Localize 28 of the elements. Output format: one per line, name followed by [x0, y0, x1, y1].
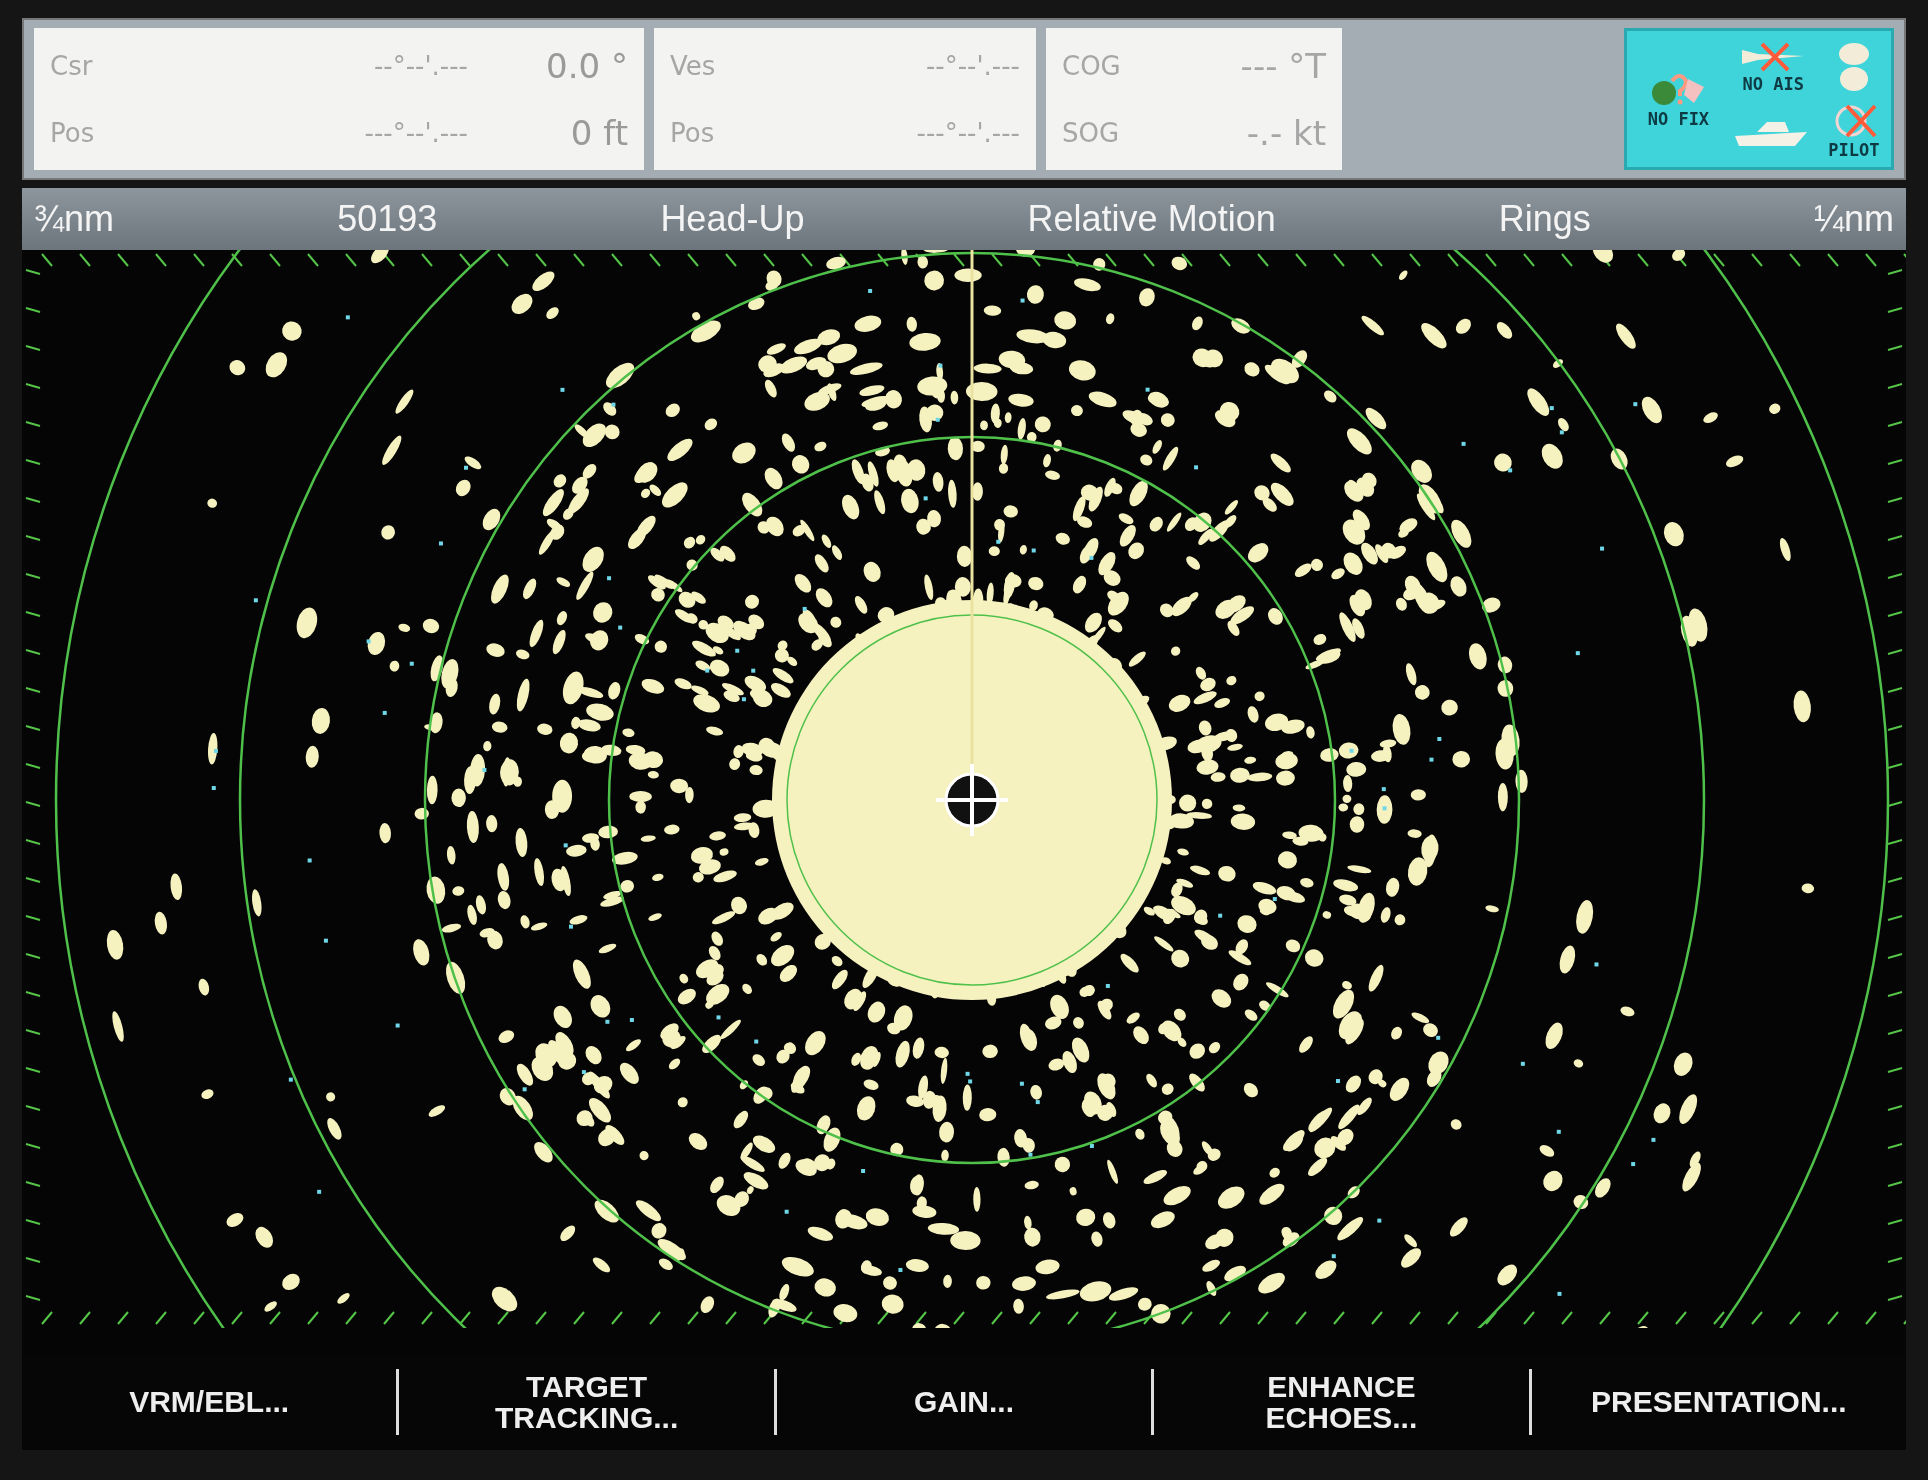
softkey-button[interactable]: GAIN... [776, 1382, 1152, 1422]
coordinate-value: --°--'.--- [372, 50, 468, 81]
field-label: COG [1062, 50, 1122, 81]
field-label: Ves [670, 50, 717, 81]
softkey-button[interactable]: VRM/EBL... [22, 1382, 397, 1422]
field-value: 0.0 ° [545, 45, 628, 86]
coordinate-value: ---°--'.--- [363, 117, 468, 148]
field-value: --- °T [1239, 45, 1326, 86]
field-label: Csr [50, 50, 94, 81]
field-value: -.- kt [1245, 112, 1326, 153]
status-text: ¾nm [34, 198, 115, 240]
icon-label: NO AIS [1742, 74, 1804, 94]
coordinate-value: ---°--'.--- [915, 117, 1020, 148]
field-label: Pos [50, 117, 96, 148]
icon-label: NO FIX [1647, 109, 1710, 129]
status-text: Rings [1498, 198, 1591, 240]
field-label: Pos [670, 117, 716, 148]
icon-label: PILOT [1828, 140, 1880, 160]
status-text: ¼nm [1813, 198, 1894, 240]
status-text: Head-Up [660, 198, 805, 240]
status-text: 50193 [337, 198, 438, 240]
softkey-button[interactable]: PRESENTATION... [1531, 1382, 1907, 1422]
softkey-button[interactable]: ENHANCE ECHOES... [1154, 1366, 1529, 1438]
status-text: Relative Motion [1027, 198, 1276, 240]
coordinate-value: --°--'.--- [924, 50, 1020, 81]
softkey-button[interactable]: TARGET TRACKING... [399, 1366, 774, 1438]
field-value: 0 ft [569, 112, 628, 153]
field-label: SOG [1062, 117, 1121, 148]
